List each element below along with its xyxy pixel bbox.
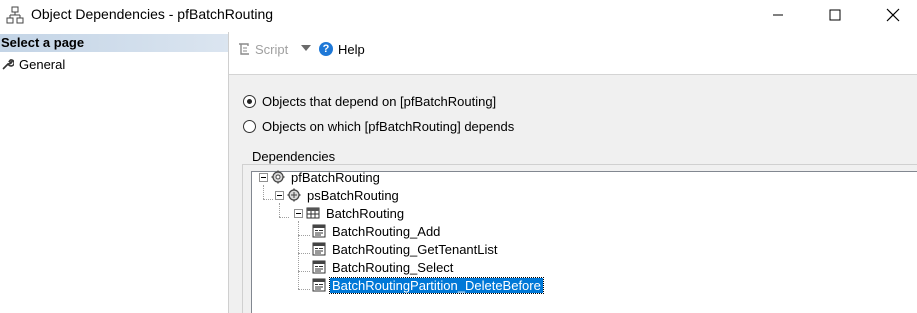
tree-line (279, 217, 289, 218)
title-bar: Object Dependencies - pfBatchRouting (0, 0, 917, 30)
tree-node-psbatchrouting[interactable]: psBatchRouting (275, 186, 401, 204)
tree-node-label: BatchRouting_Select (332, 259, 454, 275)
maximize-icon (829, 9, 841, 21)
tree-node-batchrouting-add[interactable]: BatchRouting_Add (312, 222, 442, 240)
stored-procedure-icon (312, 278, 326, 292)
option-depend-on-label: Objects that depend on [pfBatchRouting] (262, 93, 497, 109)
option-depend-on[interactable]: Objects that depend on [pfBatchRouting] (243, 92, 496, 110)
collapse-toggle-icon[interactable] (259, 172, 268, 182)
tree-line (298, 221, 299, 289)
tree-node-label: pfBatchRouting (291, 169, 380, 185)
wrench-icon (2, 59, 14, 70)
tree-line (263, 185, 264, 199)
minimize-button[interactable] (755, 0, 801, 30)
tree-node-batchrouting-gettenantlist[interactable]: BatchRouting_GetTenantList (312, 240, 500, 258)
tree-line (298, 289, 310, 290)
dependencies-group-label: Dependencies (250, 149, 338, 164)
tree-node-pfbatchrouting[interactable]: pfBatchRouting (259, 168, 382, 186)
tree-line (298, 253, 310, 254)
tree-node-batchroutingpartition-deletebefore[interactable]: BatchRoutingPartition_DeleteBefore (312, 276, 544, 294)
window-title: Object Dependencies - pfBatchRouting (31, 6, 274, 22)
script-label: Script (255, 41, 289, 57)
tree-node-batchrouting[interactable]: BatchRouting (294, 204, 406, 222)
help-button[interactable]: ? Help (319, 40, 365, 58)
stored-procedure-icon (312, 260, 326, 274)
page-item-label: General (19, 56, 66, 72)
help-icon: ? (319, 42, 333, 56)
tree-line (298, 271, 310, 272)
select-page-header: Select a page (0, 34, 228, 52)
minimize-icon (773, 14, 783, 16)
stored-procedure-icon (312, 242, 326, 256)
close-button[interactable] (870, 0, 916, 30)
collapse-toggle-icon[interactable] (294, 208, 303, 218)
option-depends[interactable]: Objects on which [pfBatchRouting] depend… (243, 117, 514, 135)
tree-node-label: psBatchRouting (307, 187, 399, 203)
page-item-general[interactable]: General (2, 55, 65, 73)
select-page-pane: Select a page General (0, 32, 229, 313)
script-icon (239, 43, 249, 55)
tree-line (279, 203, 280, 217)
close-icon (886, 8, 900, 22)
tree-line (298, 235, 310, 236)
radio-depend-on[interactable] (243, 94, 256, 108)
dependencies-content: Objects that depend on [pfBatchRouting] … (229, 75, 917, 313)
script-dropdown-arrow-icon[interactable] (301, 45, 311, 51)
partition-function-icon (271, 170, 285, 184)
script-button[interactable]: Script (237, 40, 288, 58)
dependencies-tree[interactable]: pfBatchRouting psBatchRouting BatchRouti… (251, 168, 917, 313)
tree-node-batchrouting-select[interactable]: BatchRouting_Select (312, 258, 455, 276)
partition-scheme-icon (287, 188, 301, 202)
dependencies-icon (6, 6, 24, 24)
maximize-button[interactable] (812, 0, 858, 30)
table-icon (306, 207, 320, 219)
toolbar: Script ? Help (229, 32, 917, 75)
tree-node-label-selected: BatchRoutingPartition_DeleteBefore (329, 276, 544, 294)
tree-line (263, 199, 273, 200)
tree-node-label: BatchRouting (326, 205, 405, 221)
tree-node-label: BatchRouting_GetTenantList (332, 241, 498, 257)
help-label: Help (338, 41, 365, 57)
radio-depends[interactable] (243, 119, 256, 133)
stored-procedure-icon (312, 224, 326, 238)
collapse-toggle-icon[interactable] (275, 190, 284, 200)
object-dependencies-window: Object Dependencies - pfBatchRouting Sel… (0, 0, 917, 313)
tree-node-label: BatchRouting_Add (332, 223, 441, 239)
option-depends-label: Objects on which [pfBatchRouting] depend… (262, 118, 515, 134)
